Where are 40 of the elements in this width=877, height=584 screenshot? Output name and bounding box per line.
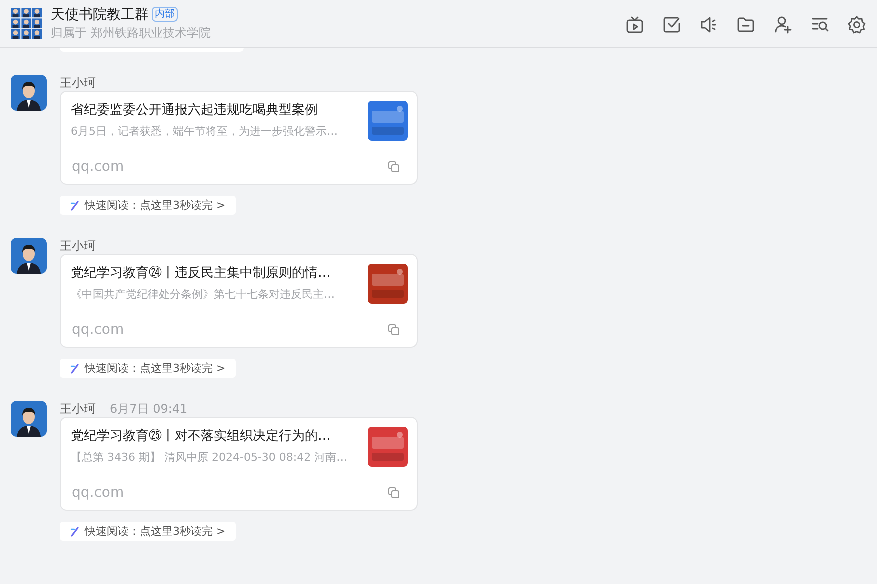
message-time: 6月7日 09:41 xyxy=(110,401,188,418)
card-title: 省纪委监委公开通报六起违规吃喝典型案例 xyxy=(71,102,319,119)
checkbox-icon[interactable] xyxy=(662,14,682,34)
quick-read-button[interactable]: 快速阅读：点这里3秒读完 > xyxy=(60,196,236,215)
wand-icon xyxy=(70,200,80,210)
internal-badge: 内部 xyxy=(152,7,178,22)
settings-icon[interactable] xyxy=(847,14,867,34)
add-person-icon[interactable] xyxy=(773,14,793,34)
group-title: 天使书院教工群 xyxy=(51,6,149,24)
group-avatar-icon xyxy=(11,8,42,39)
group-subtitle: 归属于 郑州铁路职业技术学院 xyxy=(51,24,211,42)
card-summary: 【总第 3436 期】 清风中原 2024-05-30 08:42 河南… xyxy=(71,450,349,465)
link-card[interactable]: 省纪委监委公开通报六起违规吃喝典型案例 6月5日，记者获悉，端午节将至，为进一步强化警示… qq.com xyxy=(60,91,418,185)
card-summary: 《中国共产党纪律处分条例》第七十七条对违反民主… xyxy=(71,287,336,302)
card-summary: 6月5日，记者获悉，端午节将至，为进一步强化警示… xyxy=(71,124,339,139)
quick-read-text: 快速阅读：点这里3秒读完 > xyxy=(85,361,226,376)
card-source: qq.com xyxy=(72,485,124,501)
copy-icon[interactable] xyxy=(388,324,400,336)
card-title: 党纪学习教育㉔丨违反民主集中制原则的情… xyxy=(71,264,332,282)
quick-read-button[interactable]: 快速阅读：点这里3秒读完 > xyxy=(60,522,236,541)
tv-icon[interactable] xyxy=(625,14,645,34)
copy-icon[interactable] xyxy=(388,161,400,173)
sender-name: 王小珂 xyxy=(60,238,96,255)
link-card[interactable]: 党纪学习教育㉔丨违反民主集中制原则的情… 《中国共产党纪律处分条例》第七十七条对违反民主… qq.com xyxy=(60,254,418,348)
speaker-icon[interactable] xyxy=(699,14,719,34)
card-source: qq.com xyxy=(72,159,124,175)
quick-read-text: 快速阅读：点这里3秒读完 > xyxy=(85,198,226,213)
quick-read-text: 快速阅读：点这里3秒读完 > xyxy=(85,524,226,539)
card-title: 党纪学习教育㉕丨对不落实组织决定行为的… xyxy=(71,428,332,445)
sender-name: 王小珂 xyxy=(60,75,96,92)
copy-icon[interactable] xyxy=(388,487,400,499)
avatar-icon[interactable] xyxy=(11,75,47,111)
link-card[interactable]: 党纪学习教育㉕丨对不落实组织决定行为的… 【总第 3436 期】 清风中原 2024-05-30 08:42 河南… qq.com xyxy=(60,417,418,511)
avatar-icon[interactable] xyxy=(11,401,47,437)
quick-read-button[interactable]: 快速阅读：点这里3秒读完 > xyxy=(60,359,236,378)
card-source: qq.com xyxy=(72,322,124,338)
wand-icon xyxy=(70,364,80,374)
wand-icon xyxy=(70,526,80,536)
sender-name: 王小珂 xyxy=(60,401,96,418)
avatar-icon[interactable] xyxy=(11,238,47,274)
